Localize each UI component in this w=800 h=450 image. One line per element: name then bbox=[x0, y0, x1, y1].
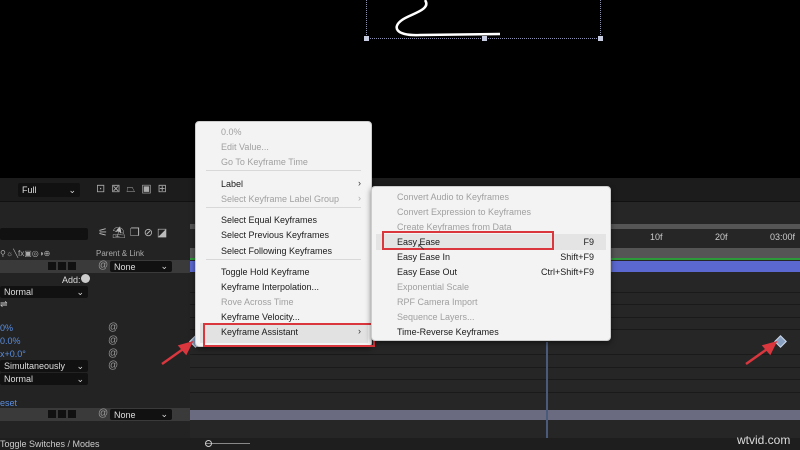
menu-item-edit-value: Edit Value... bbox=[221, 142, 269, 152]
menu-item-label[interactable]: Label bbox=[221, 179, 243, 189]
menu-item-select-equal[interactable]: Select Equal Keyframes bbox=[221, 215, 317, 225]
chevron-right-icon: › bbox=[358, 178, 361, 188]
menu-item-time-reverse[interactable]: Time-Reverse Keyframes bbox=[397, 327, 499, 337]
reset-link[interactable]: eset bbox=[0, 398, 17, 408]
highlight-box-easy-ease bbox=[382, 231, 554, 250]
shortcut: Ctrl+Shift+F9 bbox=[540, 267, 594, 277]
menu-item-go-to-keyframe-time: Go To Keyframe Time bbox=[221, 157, 308, 167]
blend-mode-dropdown-2[interactable]: Normal ⌄ bbox=[0, 373, 88, 385]
status-bar: Toggle Switches / Modes bbox=[0, 438, 800, 450]
pickwhip-icon[interactable]: @ bbox=[108, 335, 118, 346]
layer-panel: ⚟⛱❐⊘◪ ⚲☼╲fx▣◎◑⊕ Parent & Link @ None ⌄ Ad… bbox=[0, 202, 190, 438]
menu-item-easy-ease-out[interactable]: Easy Ease Out bbox=[397, 267, 457, 277]
highlight-box-keyframe-assistant bbox=[203, 323, 375, 347]
menu-item-value: 0.0% bbox=[221, 127, 242, 137]
ruler-label: 10f bbox=[650, 232, 663, 242]
parent-link-header: Parent & Link bbox=[96, 249, 145, 258]
mouse-cursor-icon: ↖ bbox=[417, 242, 426, 253]
shortcut: F9 bbox=[583, 237, 594, 247]
zoom-slider-handle[interactable] bbox=[205, 440, 212, 447]
pickwhip-icon[interactable]: @ bbox=[108, 322, 118, 333]
path-options-icon[interactable]: ⇌ bbox=[0, 299, 8, 310]
parent-dropdown[interactable]: None ⌄ bbox=[110, 409, 172, 420]
composition-viewer bbox=[0, 0, 800, 178]
keyframe-assistant-submenu: Convert Audio to Keyframes Convert Expre… bbox=[371, 186, 611, 341]
switch-column-icons: ⚲☼╲fx▣◎◑⊕ bbox=[0, 249, 51, 258]
watermark: wtvid.com bbox=[737, 433, 791, 447]
ruler-label: 20f bbox=[715, 232, 728, 242]
parent-dropdown[interactable]: None ⌄ bbox=[110, 261, 172, 272]
menu-item-rpf-camera-import: RPF Camera Import bbox=[397, 297, 478, 307]
pickwhip-icon[interactable]: @ bbox=[98, 260, 108, 271]
pickwhip-icon[interactable]: @ bbox=[98, 408, 108, 419]
viewer-tool-icons[interactable]: ⊡⊠⏢▣⊞ bbox=[96, 182, 173, 196]
ruler-label: 03:00f bbox=[770, 232, 796, 242]
menu-item-rove-across-time: Rove Across Time bbox=[221, 297, 294, 307]
search-input[interactable] bbox=[0, 228, 88, 240]
parent-value: None bbox=[114, 261, 136, 272]
property-value[interactable]: 0.0% bbox=[0, 336, 21, 346]
property-value[interactable]: x+0.0° bbox=[0, 349, 26, 359]
shortcut: Shift+F9 bbox=[560, 252, 594, 262]
menu-item-convert-expression: Convert Expression to Keyframes bbox=[397, 207, 532, 217]
menu-item-select-previous[interactable]: Select Previous Keyframes bbox=[221, 230, 329, 240]
pickwhip-icon[interactable]: @ bbox=[108, 360, 118, 371]
chevron-down-icon: ⌄ bbox=[68, 184, 76, 195]
blend-mode-value: Normal bbox=[4, 374, 34, 384]
order-dropdown[interactable]: Simultaneously ⌄ bbox=[0, 360, 88, 372]
menu-item-select-label-group: Select Keyframe Label Group bbox=[221, 194, 340, 204]
menu-item-convert-audio: Convert Audio to Keyframes bbox=[397, 192, 510, 202]
layer-2-duration-bar[interactable] bbox=[190, 410, 800, 420]
keyframe-context-menu: 0.0% Edit Value... Go To Keyframe Time L… bbox=[195, 121, 372, 347]
menu-item-velocity[interactable]: Keyframe Velocity... bbox=[221, 312, 300, 322]
resolution-dropdown[interactable]: Full ⌄ bbox=[18, 183, 80, 197]
order-value: Simultaneously bbox=[4, 361, 66, 371]
toggle-switches-modes-button[interactable]: Toggle Switches / Modes bbox=[0, 439, 100, 449]
timeline-switch-icons[interactable]: ⚟⛱❐⊘◪ bbox=[98, 226, 171, 239]
chevron-right-icon: › bbox=[358, 193, 361, 203]
blend-mode-dropdown[interactable]: Normal ⌄ bbox=[0, 286, 88, 298]
menu-item-easy-ease-in[interactable]: Easy Ease In bbox=[397, 252, 450, 262]
menu-item-select-following[interactable]: Select Following Keyframes bbox=[221, 246, 332, 256]
layer-row-1[interactable]: @ None ⌄ bbox=[0, 260, 190, 273]
menu-item-toggle-hold[interactable]: Toggle Hold Keyframe bbox=[221, 267, 310, 277]
resolution-value: Full bbox=[22, 185, 37, 195]
menu-item-exponential-scale: Exponential Scale bbox=[397, 282, 470, 292]
add-label: Add: bbox=[62, 275, 81, 285]
stroke-shape bbox=[395, 0, 501, 37]
pickwhip-icon[interactable]: @ bbox=[108, 348, 118, 359]
menu-item-interpolation[interactable]: Keyframe Interpolation... bbox=[221, 282, 319, 292]
add-property-icon[interactable] bbox=[81, 274, 90, 283]
menu-item-sequence-layers: Sequence Layers... bbox=[397, 312, 475, 322]
parent-value: None bbox=[114, 409, 136, 420]
layer-row-2[interactable]: @ None ⌄ bbox=[0, 408, 190, 421]
property-value[interactable]: 0% bbox=[0, 323, 13, 333]
blend-mode-value: Normal bbox=[4, 287, 34, 297]
current-time-indicator[interactable] bbox=[546, 342, 548, 438]
